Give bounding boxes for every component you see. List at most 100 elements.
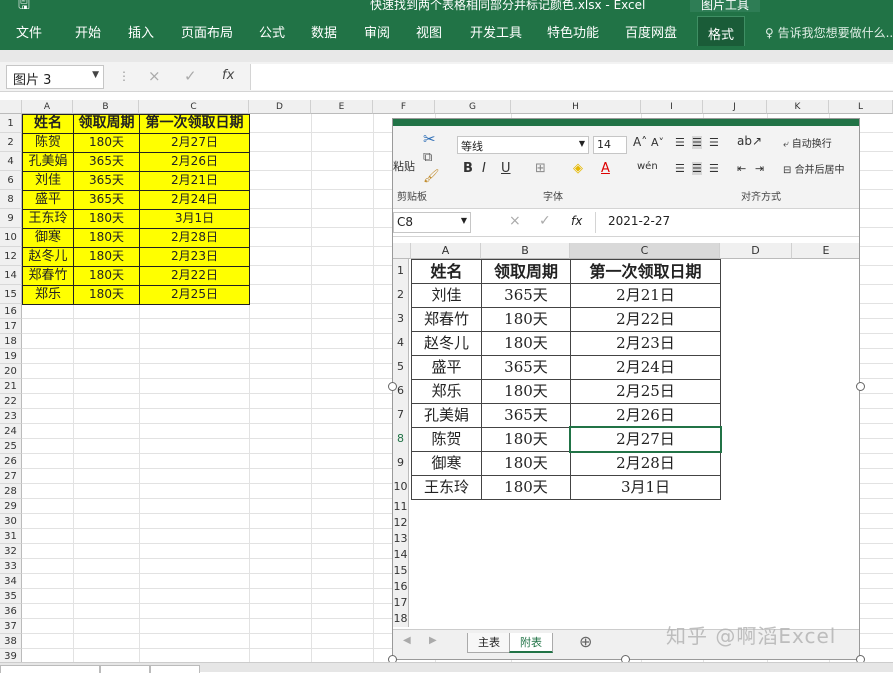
row-header[interactable]: 33: [0, 559, 22, 574]
table-cell[interactable]: 2月27日: [139, 133, 250, 153]
font-name-dropdown[interactable]: 等线 ▼: [457, 136, 589, 154]
row-header[interactable]: 23: [0, 409, 22, 424]
table-cell[interactable]: 2月23日: [139, 247, 250, 267]
row-header[interactable]: 1: [0, 114, 22, 133]
column-header[interactable]: J: [703, 100, 767, 114]
column-header[interactable]: K: [767, 100, 829, 114]
paste-button[interactable]: 粘贴: [393, 158, 415, 174]
tab-home[interactable]: 开始: [75, 22, 101, 41]
bold-button[interactable]: B: [463, 161, 473, 176]
decrease-indent-icon[interactable]: ⇤: [737, 162, 746, 175]
table-cell[interactable]: 180天: [73, 247, 140, 267]
column-header[interactable]: I: [641, 100, 703, 114]
column-header[interactable]: D: [249, 100, 311, 114]
save-icon[interactable]: 🖫: [18, 0, 30, 12]
table-cell[interactable]: 郑乐: [22, 285, 74, 305]
insert-function-icon[interactable]: fx: [571, 214, 582, 228]
row-header[interactable]: 36: [0, 604, 22, 619]
column-header[interactable]: F: [373, 100, 435, 114]
table-cell[interactable]: 2月21日: [139, 171, 250, 191]
tab-insert[interactable]: 插入: [128, 22, 154, 41]
column-header[interactable]: A: [22, 100, 73, 114]
tab-baidu-netdisk[interactable]: 百度网盘: [625, 22, 677, 41]
column-header[interactable]: B: [73, 100, 139, 114]
row-header[interactable]: 35: [0, 589, 22, 604]
align-bottom-icon[interactable]: ☰: [709, 136, 719, 149]
phonetic-icon[interactable]: wén: [637, 161, 658, 172]
column-header[interactable]: L: [829, 100, 893, 114]
inset-formula-input[interactable]: 2021-2-27: [595, 212, 859, 233]
wrap-text-button[interactable]: ⤶ 自动换行: [783, 135, 832, 150]
column-header[interactable]: H: [511, 100, 641, 114]
merge-center-button[interactable]: ⊟ 合并后居中: [783, 161, 845, 176]
row-header[interactable]: 31: [0, 529, 22, 544]
align-top-icon[interactable]: ☰: [675, 136, 685, 149]
tab-view[interactable]: 视图: [416, 22, 442, 41]
table-cell[interactable]: 365天: [73, 190, 140, 210]
cancel-icon[interactable]: ×: [148, 67, 161, 85]
copy-icon[interactable]: ⧉: [423, 150, 432, 165]
table-cell[interactable]: 刘佳: [22, 171, 74, 191]
row-header[interactable]: 8: [0, 190, 22, 209]
column-header[interactable]: E: [311, 100, 373, 114]
name-box[interactable]: 图片 3 ▼: [6, 65, 104, 89]
table-cell[interactable]: 孔美娟: [22, 152, 74, 172]
select-all-corner[interactable]: [0, 100, 22, 114]
row-header[interactable]: 19: [0, 349, 22, 364]
row-header[interactable]: 12: [0, 247, 22, 266]
tab-formulas[interactable]: 公式: [259, 22, 285, 41]
table-cell[interactable]: 赵冬儿: [22, 247, 74, 267]
tab-format[interactable]: 格式: [697, 16, 746, 46]
row-header[interactable]: 18: [0, 334, 22, 349]
row-header[interactable]: 34: [0, 574, 22, 589]
cancel-icon[interactable]: ×: [509, 213, 521, 229]
table-cell[interactable]: 2月24日: [139, 190, 250, 210]
grow-font-icon[interactable]: A˄: [633, 135, 647, 149]
table-cell[interactable]: 180天: [73, 285, 140, 305]
row-header[interactable]: 21: [0, 379, 22, 394]
pasted-picture[interactable]: ✂ ⧉ 🖌 粘贴 剪贴板 等线 ▼ 14 A˄ A˅ B I U ⊞ ◈ A wé…: [392, 118, 860, 660]
row-header[interactable]: 15: [0, 285, 22, 304]
resize-handle[interactable]: [856, 382, 865, 391]
row-header[interactable]: 26: [0, 454, 22, 469]
column-header[interactable]: C: [139, 100, 249, 114]
tab-data[interactable]: 数据: [311, 22, 337, 41]
table-cell[interactable]: 180天: [73, 133, 140, 153]
align-middle-icon[interactable]: ☰: [692, 136, 702, 149]
orientation-icon[interactable]: ab↗: [737, 134, 762, 148]
fill-color-icon[interactable]: ◈: [573, 161, 583, 176]
tab-special[interactable]: 特色功能: [547, 22, 599, 41]
row-header[interactable]: 4: [0, 152, 22, 171]
enter-icon[interactable]: ✓: [184, 67, 197, 85]
format-painter-icon[interactable]: 🖌: [423, 169, 440, 184]
tab-page-layout[interactable]: 页面布局: [181, 22, 233, 41]
row-header[interactable]: 24: [0, 424, 22, 439]
insert-function-icon[interactable]: fx: [222, 68, 234, 83]
align-left-icon[interactable]: ☰: [675, 162, 685, 175]
header-cell[interactable]: 领取周期: [73, 114, 140, 134]
underline-button[interactable]: U: [501, 161, 511, 176]
row-header[interactable]: 30: [0, 514, 22, 529]
table-cell[interactable]: 365天: [73, 171, 140, 191]
table-cell[interactable]: 郑春竹: [22, 266, 74, 286]
table-cell[interactable]: 王东玲: [22, 209, 74, 229]
row-header[interactable]: 20: [0, 364, 22, 379]
row-header[interactable]: 10: [0, 228, 22, 247]
font-color-icon[interactable]: A: [601, 161, 610, 176]
row-header[interactable]: 22: [0, 394, 22, 409]
row-header[interactable]: 14: [0, 266, 22, 285]
table-cell[interactable]: 2月25日: [139, 285, 250, 305]
header-cell[interactable]: 姓名: [22, 114, 74, 134]
font-size-dropdown[interactable]: 14: [593, 136, 627, 154]
header-cell[interactable]: 第一次领取日期: [139, 114, 250, 134]
row-header[interactable]: 28: [0, 484, 22, 499]
enter-icon[interactable]: ✓: [539, 213, 551, 229]
tab-developer[interactable]: 开发工具: [470, 22, 522, 41]
table-cell[interactable]: 180天: [73, 209, 140, 229]
row-header[interactable]: 25: [0, 439, 22, 454]
table-cell[interactable]: 2月28日: [139, 228, 250, 248]
row-header[interactable]: 16: [0, 304, 22, 319]
drag-handle-icon[interactable]: ⋮: [118, 69, 130, 83]
borders-icon[interactable]: ⊞: [535, 161, 546, 176]
cut-icon[interactable]: ✂: [423, 130, 436, 148]
